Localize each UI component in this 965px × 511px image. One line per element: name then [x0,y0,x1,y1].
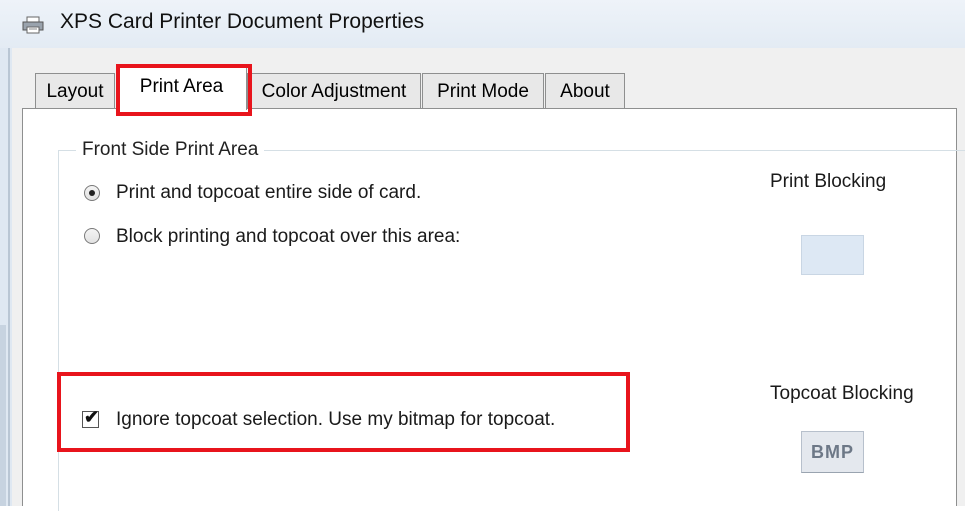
radio-label-print-entire-side[interactable]: Print and topcoat entire side of card. [116,182,421,204]
print-blocking-label: Print Blocking [770,171,887,192]
group-title: Front Side Print Area [76,139,265,161]
tab-print-mode[interactable]: Print Mode [422,73,544,109]
print-blocking-preview[interactable] [801,235,864,275]
window-title: XPS Card Printer Document Properties [60,10,425,33]
highlight-ignore-topcoat [57,372,630,452]
printer-icon [22,16,44,34]
highlight-print-area-tab [116,64,252,116]
bmp-button[interactable]: BMP [801,431,864,473]
radio-selected-dot [89,190,95,196]
radio-print-entire-side[interactable] [84,185,100,201]
title-bar: XPS Card Printer Document Properties [0,0,965,48]
frame-edge [8,48,10,506]
tab-about[interactable]: About [545,73,625,109]
tab-color-adjustment[interactable]: Color Adjustment [247,73,421,109]
radio-label-block-printing[interactable]: Block printing and topcoat over this are… [116,226,460,248]
radio-block-printing[interactable] [84,228,100,244]
tab-layout[interactable]: Layout [35,73,115,109]
background-window-edge [0,325,6,506]
topcoat-blocking-label: Topcoat Blocking [770,383,914,404]
